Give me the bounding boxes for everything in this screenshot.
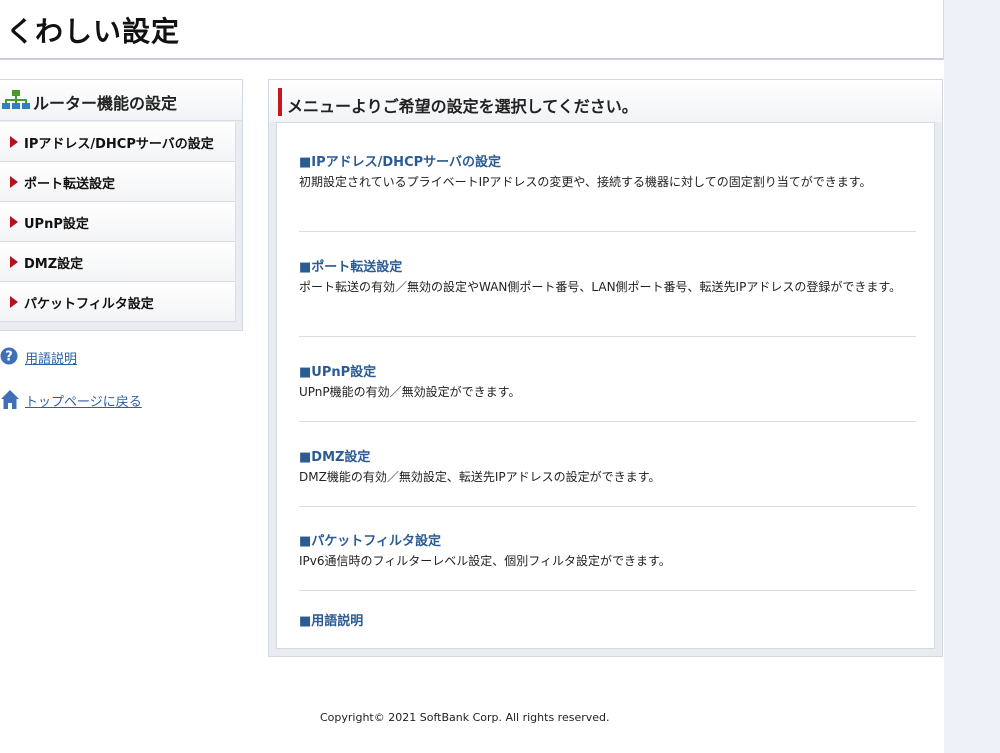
help-icon: ?: [0, 346, 20, 370]
network-tree-icon: [2, 89, 30, 115]
section-title-link[interactable]: ■パケットフィルタ設定: [299, 530, 915, 549]
section-port-forwarding: ■ポート転送設定 ポート転送の有効／無効の設定やWAN側ポート番号、LAN側ポー…: [299, 256, 915, 298]
main-title: メニューよりご希望の設定を選択してください。: [287, 97, 638, 116]
svg-text:?: ?: [5, 350, 13, 365]
section-title-link[interactable]: ■用語説明: [299, 610, 915, 629]
triangle-right-icon: [10, 296, 18, 308]
divider: [299, 590, 916, 591]
sidebar-item-label: IPアドレス/DHCPサーバの設定: [24, 137, 214, 152]
sidebar-item-dmz[interactable]: DMZ設定: [0, 242, 236, 282]
main-panel: メニューよりご希望の設定を選択してください。 ■IPアドレス/DHCPサーバの設…: [268, 79, 943, 657]
sidebar-item-upnp[interactable]: UPnP設定: [0, 202, 236, 242]
sidebar-item-label: パケットフィルタ設定: [24, 297, 154, 312]
glossary-link[interactable]: 用語説明: [25, 348, 77, 367]
triangle-right-icon: [10, 256, 18, 268]
section-description: ポート転送の有効／無効の設定やWAN側ポート番号、LAN側ポート番号、転送先IP…: [299, 280, 902, 294]
divider: [299, 421, 916, 422]
sidebar-item-label: ポート転送設定: [24, 177, 116, 192]
section-ip-dhcp: ■IPアドレス/DHCPサーバの設定 初期設定されているプライベートIPアドレス…: [299, 151, 915, 193]
copyright: Copyright© 2021 SoftBank Corp. All right…: [320, 711, 610, 724]
divider: [299, 231, 916, 232]
section-description: UPnP機能の有効／無効設定ができます。: [299, 385, 521, 399]
section-description: DMZ機能の有効／無効設定、転送先IPアドレスの設定ができます。: [299, 470, 661, 484]
sidebar-item-port-forwarding[interactable]: ポート転送設定: [0, 162, 236, 202]
section-title-link[interactable]: ■DMZ設定: [299, 446, 915, 465]
triangle-right-icon: [10, 216, 18, 228]
section-glossary: ■用語説明: [299, 610, 915, 629]
sidebar-item-label: UPnP設定: [24, 217, 89, 232]
section-title-link[interactable]: ■ポート転送設定: [299, 256, 915, 275]
section-title-link[interactable]: ■IPアドレス/DHCPサーバの設定: [299, 151, 915, 170]
triangle-right-icon: [10, 136, 18, 148]
main-header: メニューよりご希望の設定を選択してください。: [269, 80, 942, 122]
main-card: ■IPアドレス/DHCPサーバの設定 初期設定されているプライベートIPアドレス…: [276, 122, 935, 649]
sidebar-title: ルーター機能の設定: [33, 94, 178, 113]
accent-bar: [278, 88, 282, 116]
divider: [299, 336, 916, 337]
sidebar-menu: IPアドレス/DHCPサーバの設定 ポート転送設定 UPnP設定 DMZ設定 パ…: [0, 122, 236, 322]
section-description: 初期設定されているプライベートIPアドレスの変更や、接続する機器に対しての固定割…: [299, 175, 872, 189]
header: くわしい設定: [0, 0, 944, 60]
divider: [299, 506, 916, 507]
section-dmz: ■DMZ設定 DMZ機能の有効／無効設定、転送先IPアドレスの設定ができます。: [299, 446, 915, 488]
section-title-link[interactable]: ■UPnP設定: [299, 361, 915, 380]
page: くわしい設定 ルーター機能の設定 IPアドレス/DHCPサーバの設定 ポート転送…: [0, 0, 944, 753]
back-to-top-link[interactable]: トップページに戻る: [25, 391, 142, 410]
triangle-right-icon: [10, 176, 18, 188]
sidebar-item-ip-dhcp[interactable]: IPアドレス/DHCPサーバの設定: [0, 122, 236, 162]
section-description: IPv6通信時のフィルターレベル設定、個別フィルタ設定ができます。: [299, 554, 671, 568]
sidebar-item-label: DMZ設定: [24, 257, 84, 272]
page-title: くわしい設定: [6, 15, 181, 48]
section-upnp: ■UPnP設定 UPnP機能の有効／無効設定ができます。: [299, 361, 915, 403]
sidebar: ルーター機能の設定 IPアドレス/DHCPサーバの設定 ポート転送設定 UPnP…: [0, 79, 243, 331]
section-packet-filter: ■パケットフィルタ設定 IPv6通信時のフィルターレベル設定、個別フィルタ設定が…: [299, 530, 915, 572]
sidebar-header: ルーター機能の設定: [0, 80, 242, 121]
sidebar-item-packet-filter[interactable]: パケットフィルタ設定: [0, 282, 236, 322]
home-icon: [0, 389, 20, 415]
